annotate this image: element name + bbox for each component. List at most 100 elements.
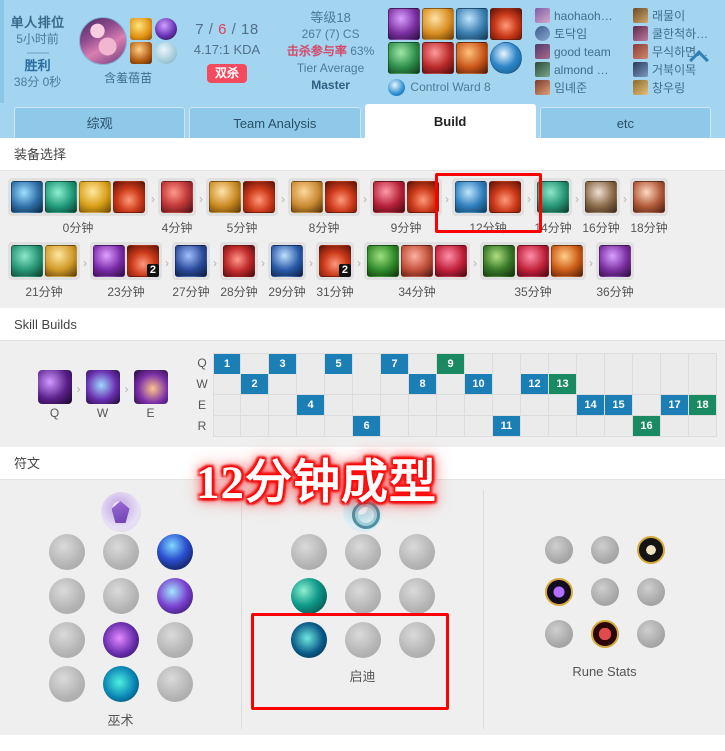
rune-slot-selected[interactable]	[156, 578, 193, 614]
item-purchase-time: 23分钟	[107, 285, 145, 299]
keystone-rune-icon[interactable]	[155, 18, 178, 40]
player-item[interactable]: 창우링	[632, 79, 725, 96]
item-icon[interactable]	[93, 245, 125, 277]
item-icon[interactable]	[243, 181, 275, 213]
item-icon[interactable]	[271, 245, 303, 277]
player-item[interactable]: 래물이	[632, 7, 725, 24]
rune-slot-unselected[interactable]	[344, 622, 381, 658]
skill-cell	[213, 374, 241, 395]
rune-slot-selected[interactable]	[290, 622, 327, 658]
final-item-2[interactable]	[422, 7, 455, 40]
item-icon[interactable]: 2	[319, 245, 351, 277]
item-purchase-group: 9分钟	[370, 178, 442, 236]
stat-rune-unselected[interactable]	[590, 578, 619, 606]
final-item-1[interactable]	[388, 7, 421, 40]
final-item-4[interactable]	[490, 7, 523, 40]
rune-slot-unselected[interactable]	[48, 578, 85, 614]
rune-slot-unselected[interactable]	[290, 534, 327, 570]
item-icon[interactable]	[585, 181, 617, 213]
stat-rune-unselected[interactable]	[636, 578, 665, 606]
item-icon[interactable]	[209, 181, 241, 213]
secondary-rune-icon[interactable]	[155, 42, 178, 64]
summoner-spell-icon-2[interactable]	[130, 42, 153, 64]
item-icon[interactable]	[599, 245, 631, 277]
skill-cell	[241, 416, 269, 437]
player-item[interactable]: 쿨한척하…	[632, 25, 725, 42]
item-icon[interactable]	[435, 245, 467, 277]
secondary-keystone-slot[interactable]	[342, 490, 383, 534]
item-icon[interactable]	[489, 181, 521, 213]
stat-rune-unselected[interactable]	[590, 536, 619, 564]
item-icon[interactable]	[11, 245, 43, 277]
final-item-6[interactable]	[422, 41, 455, 74]
skill-icon-q[interactable]: Q	[37, 370, 72, 420]
player-item[interactable]: 토닥임	[534, 25, 627, 42]
rune-slot-unselected[interactable]	[344, 534, 381, 570]
stat-rune-unselected[interactable]	[636, 620, 665, 648]
final-item-5[interactable]	[388, 41, 421, 74]
rune-slot-unselected[interactable]	[48, 534, 85, 570]
item-icon[interactable]	[223, 245, 255, 277]
tab-overview[interactable]: 综观	[14, 107, 186, 138]
item-icon[interactable]	[455, 181, 487, 213]
rune-slot-selected[interactable]	[156, 534, 193, 570]
rune-slot-unselected[interactable]	[398, 534, 435, 570]
rune-row	[290, 578, 435, 614]
rune-slot-unselected[interactable]	[48, 666, 85, 702]
rune-slot-unselected[interactable]	[156, 622, 193, 658]
item-icon[interactable]	[633, 181, 665, 213]
item-icon[interactable]	[11, 181, 43, 213]
item-icon[interactable]	[407, 181, 439, 213]
item-icon[interactable]	[45, 181, 77, 213]
item-icon[interactable]	[401, 245, 433, 277]
item-icon[interactable]: 2	[127, 245, 159, 277]
stat-rune-unselected[interactable]	[544, 536, 573, 564]
rune-slot-unselected[interactable]	[48, 622, 85, 658]
rune-slot-unselected[interactable]	[156, 666, 193, 702]
item-icon[interactable]	[175, 245, 207, 277]
item-icon[interactable]	[45, 245, 77, 277]
rune-slot-unselected[interactable]	[398, 622, 435, 658]
final-item-trinket[interactable]	[490, 41, 523, 74]
item-icon[interactable]	[373, 181, 405, 213]
item-icon[interactable]	[551, 245, 583, 277]
player-item[interactable]: good team	[534, 43, 627, 60]
item-icon[interactable]	[291, 181, 323, 213]
item-icon[interactable]	[517, 245, 549, 277]
skill-icon-w[interactable]: W	[85, 370, 120, 420]
item-icon[interactable]	[79, 181, 111, 213]
item-icon[interactable]	[367, 245, 399, 277]
player-item[interactable]: 무식하면…	[632, 43, 725, 60]
rune-slot-unselected[interactable]	[102, 578, 139, 614]
player-item[interactable]: almond …	[534, 61, 627, 78]
stat-rune-selected[interactable]	[544, 578, 573, 606]
primary-keystone-slot[interactable]	[100, 490, 141, 534]
champion-portrait[interactable]	[79, 17, 128, 65]
stat-rune-unselected[interactable]	[544, 620, 573, 648]
item-icon[interactable]	[325, 181, 357, 213]
rune-slot-unselected[interactable]	[344, 578, 381, 614]
final-item-3[interactable]	[456, 7, 489, 40]
player-item[interactable]: 임녜준	[534, 79, 627, 96]
stat-rune-selected[interactable]	[590, 620, 619, 648]
player-item[interactable]: 거북이목	[632, 61, 725, 78]
tab-etc[interactable]: etc	[539, 107, 711, 138]
tab-build[interactable]: Build	[364, 104, 536, 138]
summoner-spell-icon-1[interactable]	[130, 18, 153, 40]
item-icon[interactable]	[483, 245, 515, 277]
rune-slot-unselected[interactable]	[102, 534, 139, 570]
player-item[interactable]: haohaoh…	[534, 7, 627, 24]
rune-slot-selected[interactable]	[290, 578, 327, 614]
stat-rune-selected[interactable]	[636, 536, 665, 564]
tab-team-analysis[interactable]: Team Analysis	[189, 107, 361, 138]
rune-slot-unselected[interactable]	[398, 578, 435, 614]
rune-slot-selected[interactable]	[102, 622, 139, 658]
final-item-7[interactable]	[456, 41, 489, 74]
item-icon[interactable]	[113, 181, 145, 213]
chevron-right-icon: ›	[165, 256, 169, 270]
item-icon[interactable]	[537, 181, 569, 213]
skill-icon-e[interactable]: E	[133, 370, 168, 420]
chevron-up-icon[interactable]	[689, 46, 711, 68]
item-icon[interactable]	[161, 181, 193, 213]
rune-slot-selected[interactable]	[102, 666, 139, 702]
